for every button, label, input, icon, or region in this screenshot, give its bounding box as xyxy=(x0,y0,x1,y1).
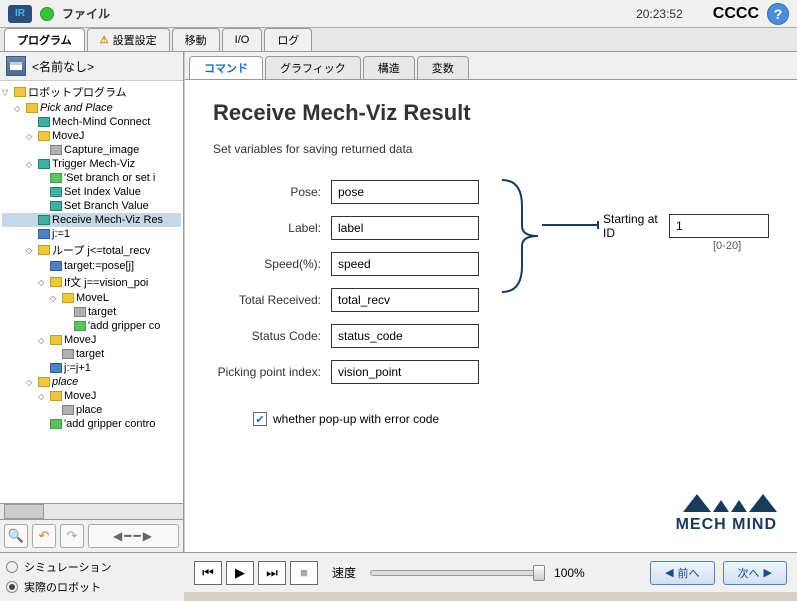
tab-ログ[interactable]: ログ xyxy=(264,28,312,51)
speed-label: Speed(%): xyxy=(213,257,331,271)
tree-node[interactable]: Mech-Mind Connect xyxy=(2,115,181,129)
stop-icon[interactable]: ■ xyxy=(290,561,318,585)
tab-I/O[interactable]: I/O xyxy=(222,28,263,51)
tree-node[interactable]: ◇MoveL xyxy=(2,291,181,305)
sidebar-toolbar: 🔍 ↶ ↷ ◀━━▶ xyxy=(0,519,183,552)
starting-range: [0-20] xyxy=(713,240,741,252)
tree-node[interactable]: j:=j+1 xyxy=(2,361,181,375)
ur-logo: IR xyxy=(8,5,32,23)
bracket-icon xyxy=(498,176,542,296)
pose-label: Pose: xyxy=(213,185,331,199)
pose-input[interactable] xyxy=(331,180,479,204)
tree-node[interactable]: Set Branch Value xyxy=(2,199,181,213)
tree-node[interactable]: ◇MoveJ xyxy=(2,333,181,347)
horizontal-scrollbar[interactable] xyxy=(0,503,183,519)
tree-node[interactable]: 'Set branch or set i xyxy=(2,171,181,185)
next-button[interactable]: 次へ▶ xyxy=(723,561,787,585)
tab-プログラム[interactable]: プログラム xyxy=(4,28,85,51)
file-menu[interactable]: ファイル xyxy=(62,5,110,22)
speed-input[interactable] xyxy=(331,252,479,276)
simulation-radio[interactable]: シミュレーション xyxy=(6,557,178,577)
tree-node[interactable]: 'add gripper co xyxy=(2,319,181,333)
undo-icon[interactable]: ↶ xyxy=(32,524,56,548)
clock: 20:23:52 xyxy=(636,7,683,21)
navigation-arrows[interactable]: ◀━━▶ xyxy=(88,524,179,548)
tree-node[interactable]: target:=pose[j] xyxy=(2,259,181,273)
program-tree[interactable]: ▽ロボットプログラム◇Pick and PlaceMech-Mind Conne… xyxy=(0,81,183,503)
search-icon[interactable]: 🔍 xyxy=(4,524,28,548)
form-area: Receive Mech-Viz Result Set variables fo… xyxy=(185,80,797,552)
subtab-コマンド[interactable]: コマンド xyxy=(189,56,263,79)
subtab-変数[interactable]: 変数 xyxy=(417,56,469,79)
total-label: Total Received: xyxy=(213,293,331,307)
connector-line xyxy=(542,220,602,222)
starting-label: Starting at ID xyxy=(603,212,661,240)
sub-tabs: コマンドグラフィック構造変数 xyxy=(185,52,797,80)
speed-label: 速度 xyxy=(332,564,356,581)
real-robot-radio[interactable]: 実際のロボット xyxy=(6,577,178,597)
sidebar: <名前なし> ▽ロボットプログラム◇Pick and PlaceMech-Min… xyxy=(0,52,184,552)
tree-node[interactable]: ◇Trigger Mech-Viz xyxy=(2,157,181,171)
play-controls: ⏮ ▶ ⏭ ■ xyxy=(194,561,318,585)
redo-icon[interactable]: ↷ xyxy=(60,524,84,548)
subtab-構造[interactable]: 構造 xyxy=(363,56,415,79)
total-input[interactable] xyxy=(331,288,479,312)
tab-設置設定[interactable]: ⚠設置設定 xyxy=(87,28,170,51)
status-text: CCCC xyxy=(713,5,759,23)
skip-forward-icon[interactable]: ⏭ xyxy=(258,561,286,585)
status-input[interactable] xyxy=(331,324,479,348)
save-icon[interactable] xyxy=(6,56,26,76)
tree-node[interactable]: 'add gripper contro xyxy=(2,417,181,431)
subtab-グラフィック[interactable]: グラフィック xyxy=(265,56,361,79)
form-subtitle: Set variables for saving returned data xyxy=(213,142,769,156)
help-icon[interactable]: ? xyxy=(767,3,789,25)
skip-back-icon[interactable]: ⏮ xyxy=(194,561,222,585)
play-icon[interactable]: ▶ xyxy=(226,561,254,585)
status-label: Status Code: xyxy=(213,329,331,343)
tree-node[interactable]: ◇MoveJ xyxy=(2,389,181,403)
tree-node[interactable]: ◇If文 j==vision_poi xyxy=(2,273,181,291)
speed-value: 100% xyxy=(554,566,585,580)
picking-label: Picking point index: xyxy=(213,365,331,379)
footer: ⏮ ▶ ⏭ ■ 速度 100% ◀前へ 次へ▶ xyxy=(184,552,797,592)
tree-node[interactable]: j:=1 xyxy=(2,227,181,241)
picking-input[interactable] xyxy=(331,360,479,384)
tree-node[interactable]: target xyxy=(2,305,181,319)
content: <名前なし> ▽ロボットプログラム◇Pick and PlaceMech-Min… xyxy=(0,52,797,552)
header-bar: IR ファイル 20:23:52 CCCC ? xyxy=(0,0,797,28)
program-name: <名前なし> xyxy=(32,58,94,75)
speed-slider[interactable] xyxy=(370,570,540,576)
sim-panel: シミュレーション 実際のロボット xyxy=(0,552,184,601)
tree-node[interactable]: ◇Pick and Place xyxy=(2,101,181,115)
label-label: Label: xyxy=(213,221,331,235)
tree-node[interactable]: place xyxy=(2,403,181,417)
starting-input[interactable] xyxy=(669,214,769,238)
mechmind-logo: MECH MIND xyxy=(676,494,777,534)
main-panel: コマンドグラフィック構造変数 Receive Mech-Viz Result S… xyxy=(184,52,797,552)
status-indicator xyxy=(40,7,54,21)
popup-checkbox[interactable]: ✔ xyxy=(253,412,267,426)
tree-node[interactable]: ◇ループ j<=total_recv xyxy=(2,241,181,259)
tree-node[interactable]: ◇MoveJ xyxy=(2,129,181,143)
tree-node[interactable]: Set Index Value xyxy=(2,185,181,199)
sidebar-header: <名前なし> xyxy=(0,52,183,81)
prev-button[interactable]: ◀前へ xyxy=(650,561,714,585)
tree-node[interactable]: ◇place xyxy=(2,375,181,389)
tree-node[interactable]: Receive Mech-Viz Res xyxy=(2,213,181,227)
popup-label: whether pop-up with error code xyxy=(273,412,439,426)
tree-node[interactable]: Capture_image xyxy=(2,143,181,157)
tree-node[interactable]: ▽ロボットプログラム xyxy=(2,83,181,101)
tab-移動[interactable]: 移動 xyxy=(172,28,220,51)
label-input[interactable] xyxy=(331,216,479,240)
tree-node[interactable]: target xyxy=(2,347,181,361)
main-tabs: プログラム⚠設置設定移動I/Oログ xyxy=(0,28,797,52)
form-title: Receive Mech-Viz Result xyxy=(213,100,769,126)
